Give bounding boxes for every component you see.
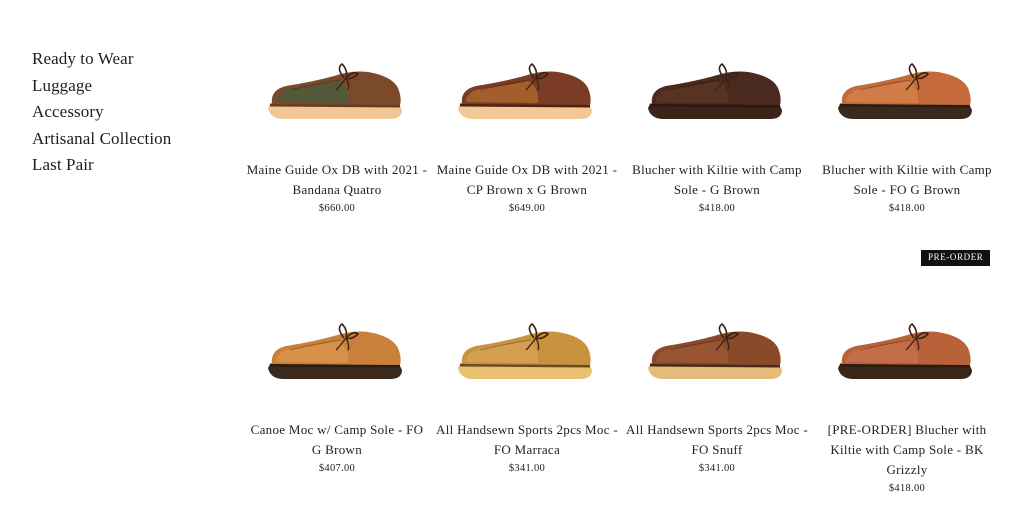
product-card[interactable]: Blucher with Kiltie with Camp Sole - G B…: [622, 40, 812, 218]
product-name[interactable]: [PRE-ORDER] Blucher with Kiltie with Cam…: [812, 420, 1002, 480]
nav-item-last-pair[interactable]: Last Pair: [32, 152, 171, 179]
shoe-illustration: [838, 62, 972, 119]
product-image[interactable]: [622, 40, 812, 160]
product-card[interactable]: Maine Guide Ox DB with 2021 - CP Brown x…: [432, 40, 622, 218]
nav-item-artisanal-collection[interactable]: Artisanal Collection: [32, 126, 171, 153]
product-card[interactable]: All Handsewn Sports 2pcs Moc - FO Snuff …: [622, 300, 812, 478]
product-price: $418.00: [698, 203, 736, 214]
product-name[interactable]: Blucher with Kiltie with Camp Sole - G B…: [622, 160, 812, 200]
product-image[interactable]: [812, 300, 1002, 420]
shoe-illustration: [648, 62, 782, 119]
shoe-illustration: [268, 322, 402, 379]
product-image[interactable]: [242, 300, 432, 420]
product-image[interactable]: [432, 40, 622, 160]
product-image[interactable]: [622, 300, 812, 420]
nav-item-luggage[interactable]: Luggage: [32, 73, 171, 100]
product-price: $407.00: [318, 463, 356, 474]
shoe-illustration: [458, 62, 592, 119]
product-price: $341.00: [508, 463, 546, 474]
nav-item-accessory[interactable]: Accessory: [32, 99, 171, 126]
product-name[interactable]: Maine Guide Ox DB with 2021 - Bandana Qu…: [242, 160, 432, 200]
product-card[interactable]: Blucher with Kiltie with Camp Sole - FO …: [812, 40, 1002, 218]
product-image[interactable]: [242, 40, 432, 160]
product-price: $341.00: [698, 463, 736, 474]
shoe-illustration: [838, 322, 972, 379]
product-price: $649.00: [508, 203, 546, 214]
shoe-illustration: [648, 322, 782, 379]
nav-item-ready-to-wear[interactable]: Ready to Wear: [32, 46, 171, 73]
product-card[interactable]: Canoe Moc w/ Camp Sole - FO G Brown $407…: [242, 300, 432, 478]
shoe-illustration: [458, 322, 592, 379]
sidebar-nav: Ready to Wear Luggage Accessory Artisana…: [32, 46, 171, 179]
product-card[interactable]: All Handsewn Sports 2pcs Moc - FO Marrac…: [432, 300, 622, 478]
product-card[interactable]: Maine Guide Ox DB with 2021 - Bandana Qu…: [242, 40, 432, 218]
product-price: $418.00: [888, 203, 926, 214]
product-price: $418.00: [888, 483, 926, 494]
product-price: $660.00: [318, 203, 356, 214]
product-name[interactable]: All Handsewn Sports 2pcs Moc - FO Marrac…: [432, 420, 622, 460]
product-name[interactable]: Maine Guide Ox DB with 2021 - CP Brown x…: [432, 160, 622, 200]
shoe-illustration: [268, 62, 402, 119]
product-card[interactable]: [PRE-ORDER] Blucher with Kiltie with Cam…: [812, 300, 1002, 498]
product-name[interactable]: All Handsewn Sports 2pcs Moc - FO Snuff: [622, 420, 812, 460]
product-name[interactable]: Canoe Moc w/ Camp Sole - FO G Brown: [242, 420, 432, 460]
product-image[interactable]: [812, 40, 1002, 160]
pre-order-badge: PRE-ORDER: [921, 250, 991, 266]
product-image[interactable]: [432, 300, 622, 420]
product-name[interactable]: Blucher with Kiltie with Camp Sole - FO …: [812, 160, 1002, 200]
